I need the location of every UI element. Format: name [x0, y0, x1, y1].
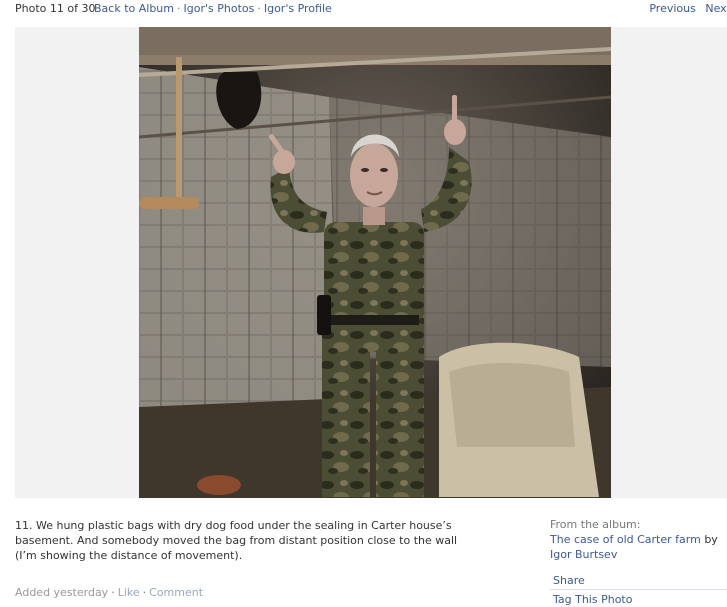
- photo-nav-bar: Photo 11 of 30 Back to Album · Igor's Phot…: [0, 0, 727, 18]
- album-title-link[interactable]: The case of old Carter farm: [550, 533, 701, 546]
- igor-photos-link[interactable]: Igor's Photos: [184, 2, 255, 15]
- album-photo[interactable]: [139, 27, 611, 498]
- photo-caption: 11. We hung plastic bags with dry dog fo…: [15, 519, 458, 562]
- author-link[interactable]: Igor Burtsev: [550, 548, 617, 561]
- back-to-album-link[interactable]: Back to Album: [94, 2, 174, 15]
- divider: [550, 589, 727, 590]
- separator: ·: [257, 2, 261, 15]
- photo-count: Photo 11 of 30: [15, 2, 96, 15]
- added-time: Added yesterday: [15, 586, 109, 599]
- tag-this-photo-link[interactable]: Tag This Photo: [553, 592, 632, 607]
- previous-photo-link[interactable]: Previous: [649, 2, 696, 15]
- album-sidebar: From the album: The case of old Carter f…: [550, 517, 727, 606]
- next-photo-link[interactable]: Next: [705, 2, 727, 15]
- separator: ·: [111, 586, 115, 599]
- photo-pager: Previous Next: [643, 2, 727, 15]
- igor-profile-link[interactable]: Igor's Profile: [264, 2, 332, 15]
- album-info: The case of old Carter farm by Igor Burt…: [550, 532, 727, 562]
- comment-link[interactable]: Comment: [149, 586, 203, 599]
- breadcrumb: Back to Album · Igor's Photos · Igor's Profi…: [94, 2, 332, 15]
- separator: ·: [177, 2, 181, 15]
- share-link[interactable]: Share: [553, 573, 585, 588]
- by-label: by: [704, 533, 718, 546]
- photo-meta: Added yesterday · Like · Comment: [15, 586, 203, 599]
- photo-image: [139, 27, 611, 498]
- like-link[interactable]: Like: [118, 586, 140, 599]
- separator: ·: [142, 586, 147, 599]
- from-album-label: From the album:: [550, 518, 641, 531]
